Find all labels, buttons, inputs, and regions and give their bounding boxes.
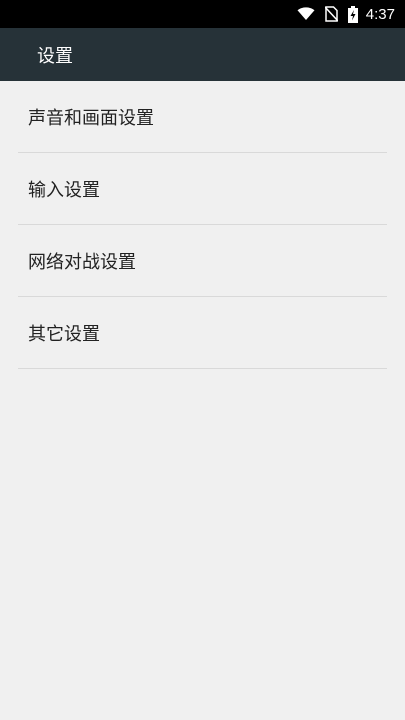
settings-item-label: 声音和画面设置: [28, 107, 154, 129]
settings-item-label: 输入设置: [28, 179, 100, 201]
settings-item-sound-video[interactable]: 声音和画面设置: [18, 81, 387, 153]
battery-charging-icon: [347, 5, 358, 23]
status-bar: 4:37: [0, 0, 405, 28]
settings-item-other[interactable]: 其它设置: [18, 297, 387, 369]
no-sim-icon: [324, 6, 338, 22]
settings-item-label: 其它设置: [28, 323, 100, 345]
page-title: 设置: [37, 45, 73, 67]
settings-item-netplay[interactable]: 网络对战设置: [18, 225, 387, 297]
settings-item-label: 网络对战设置: [28, 251, 136, 273]
wifi-icon: [297, 7, 315, 21]
app-bar: 设置: [0, 28, 405, 81]
status-time: 4:37: [365, 5, 395, 23]
settings-item-input[interactable]: 输入设置: [18, 153, 387, 225]
settings-list: 声音和画面设置 输入设置 网络对战设置 其它设置: [0, 81, 405, 369]
